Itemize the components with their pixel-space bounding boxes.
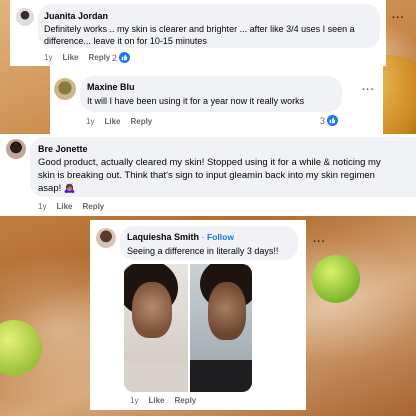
reaction-count: 3 (320, 115, 326, 126)
reply-button[interactable]: Reply (88, 53, 110, 62)
author-line: Laquiesha Smith · Follow (127, 231, 234, 243)
reply-button[interactable]: Reply (174, 396, 196, 405)
comment-text-line-3: asap! 🙇🏽‍♀️ (38, 183, 76, 194)
reaction-summary[interactable]: 2 (112, 52, 131, 63)
comment-bubble: Juanita Jordan Definitely works .. my sk… (38, 4, 380, 48)
name-separator: · (199, 232, 208, 242)
like-button[interactable]: Like (62, 53, 78, 62)
comment-actions: 1y Like Reply (130, 396, 196, 405)
before-after-photo[interactable] (124, 264, 252, 392)
comment-text-line-2: difference... leave it on for 10-15 minu… (44, 36, 207, 46)
like-reaction-icon (119, 52, 131, 63)
like-button[interactable]: Like (56, 202, 72, 211)
comment-bubble: Laquiesha Smith · Follow Seeing a differ… (120, 226, 298, 260)
more-options-icon[interactable]: ··· (313, 236, 326, 248)
comment-actions: 1y Like Reply (86, 117, 152, 126)
author-name[interactable]: Maxine Blu (87, 81, 135, 93)
avatar[interactable] (16, 8, 34, 26)
author-name[interactable]: Bre Jonette (38, 143, 88, 155)
author-name[interactable]: Laquiesha Smith (127, 232, 199, 242)
comment-text-line-1: Definitely works .. my skin is clearer a… (44, 24, 355, 34)
before-shirt (124, 362, 188, 392)
comment-bubble: Maxine Blu It will I have been using it … (80, 76, 342, 112)
after-shirt (190, 360, 252, 392)
like-reaction-icon (327, 115, 339, 126)
more-options-icon[interactable]: ··· (362, 84, 375, 96)
comment-bubble: Bre Jonette Good product, actually clear… (30, 137, 416, 197)
reply-button[interactable]: Reply (130, 117, 152, 126)
comment-text-line-1: It will I have been using it for a year … (87, 96, 305, 106)
reaction-summary[interactable]: 3 (320, 115, 339, 126)
like-button[interactable]: Like (148, 396, 164, 405)
reaction-count: 2 (112, 52, 118, 63)
reply-button[interactable]: Reply (82, 202, 104, 211)
photo-divider (188, 264, 190, 392)
like-button[interactable]: Like (104, 117, 120, 126)
comment-time[interactable]: 1y (130, 396, 138, 405)
comment-time[interactable]: 1y (44, 53, 52, 62)
more-options-icon[interactable]: ··· (392, 12, 405, 24)
comment-card-maxine: Maxine Blu It will I have been using it … (50, 66, 383, 134)
comment-text-line-1: Good product, actually cleared my skin! … (38, 157, 381, 168)
lime-fruit (312, 255, 360, 303)
comment-time[interactable]: 1y (38, 202, 46, 211)
comment-card-juanita: Juanita Jordan Definitely works .. my sk… (10, 0, 386, 66)
comment-text-line-1: Seeing a difference in literally 3 days!… (127, 246, 279, 256)
comment-text-line-2: skin is breaking out. Think that's sign … (38, 170, 375, 181)
before-face (132, 282, 172, 338)
author-name[interactable]: Juanita Jordan (44, 10, 108, 22)
comment-time[interactable]: 1y (86, 117, 94, 126)
comment-card-laquiesha: Laquiesha Smith · Follow Seeing a differ… (90, 220, 306, 410)
follow-button[interactable]: Follow (207, 232, 234, 242)
comment-actions: 1y Like Reply (38, 202, 104, 211)
after-face (208, 282, 246, 340)
avatar[interactable] (96, 228, 116, 248)
avatar[interactable] (6, 139, 26, 159)
comment-card-bre: Bre Jonette Good product, actually clear… (0, 134, 416, 216)
avatar[interactable] (54, 78, 76, 100)
comment-actions: 1y Like Reply (44, 53, 110, 62)
